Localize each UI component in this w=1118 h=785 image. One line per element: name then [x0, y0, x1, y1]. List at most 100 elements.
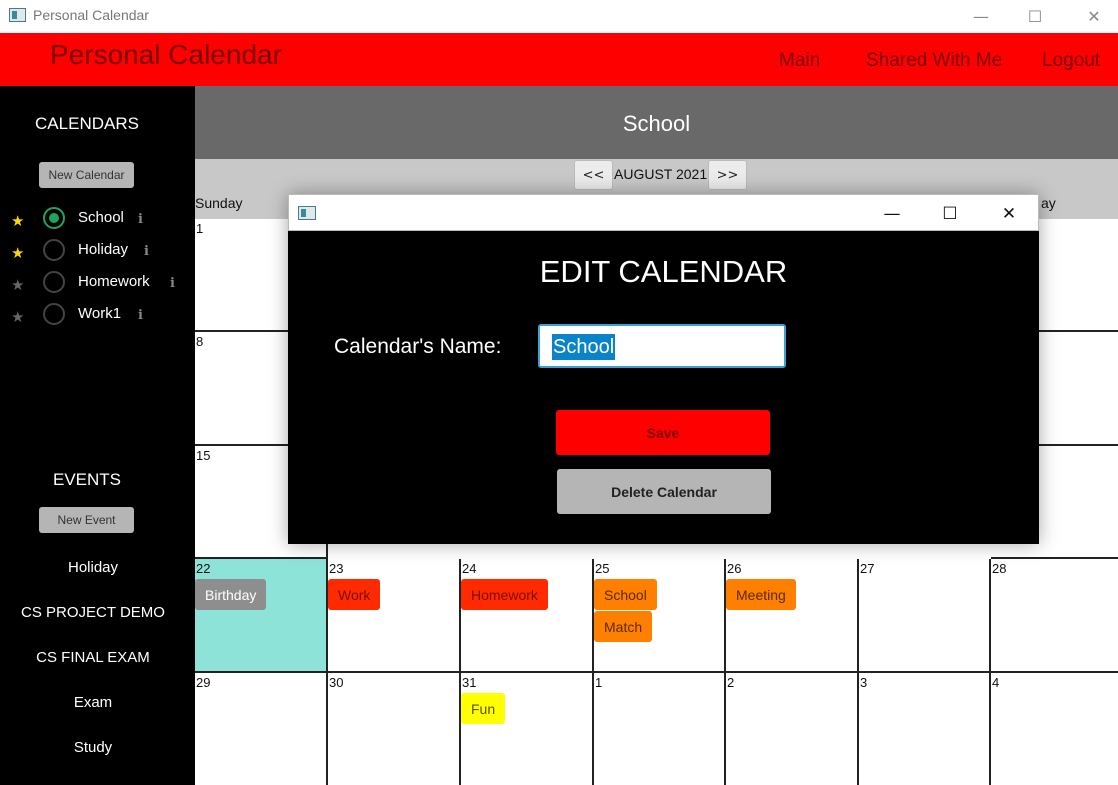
day-number: 2: [727, 675, 735, 690]
star-icon[interactable]: ★: [11, 244, 24, 262]
day-cell[interactable]: 29: [195, 673, 328, 785]
event-chip-match[interactable]: Match: [594, 611, 653, 642]
day-number: 28: [992, 561, 1007, 576]
sidebar: CALENDARS New Calendar ★ School i ★ Holi…: [0, 86, 195, 785]
calendar-title: School: [622, 111, 691, 136]
day-cell[interactable]: 1: [594, 673, 726, 785]
dialog-titlebar: — ☐ ✕: [288, 194, 1039, 231]
day-number: 1: [196, 221, 204, 236]
day-number: 4: [992, 675, 1000, 690]
brand-title: Personal Calendar: [50, 39, 282, 70]
day-cell[interactable]: 23 Work: [328, 559, 461, 673]
event-chip-homework[interactable]: Homework: [461, 579, 548, 610]
dialog-close-button[interactable]: ✕: [986, 197, 1032, 230]
event-chip-meeting[interactable]: Meeting: [726, 579, 796, 610]
info-icon[interactable]: i: [170, 276, 175, 291]
day-number: 15: [196, 448, 211, 463]
event-chip-fun[interactable]: Fun: [461, 693, 506, 724]
day-number: 22: [196, 561, 211, 576]
event-list-item[interactable]: Study: [0, 739, 186, 756]
day-number: 24: [462, 561, 477, 576]
event-chip-work[interactable]: Work: [328, 579, 381, 610]
calendar-item-homework[interactable]: ★ Homework i: [0, 270, 195, 298]
new-event-button[interactable]: New Event: [39, 507, 134, 533]
day-header-saturday: ay: [1041, 195, 1056, 211]
calendar-name-input[interactable]: School: [538, 324, 786, 368]
calendar-item-work1[interactable]: ★ Work1 i: [0, 302, 195, 330]
calendar-item-label: Holiday: [78, 241, 129, 258]
calendar-radio[interactable]: [43, 207, 65, 229]
minimize-button[interactable]: —: [958, 0, 1004, 33]
window-title: Personal Calendar: [33, 7, 149, 23]
dialog-maximize-button[interactable]: ☐: [927, 197, 973, 230]
event-chip-school[interactable]: School: [594, 579, 657, 610]
events-heading: EVENTS: [52, 470, 122, 489]
day-number: 26: [727, 561, 742, 576]
day-number: 29: [196, 675, 211, 690]
star-icon[interactable]: ★: [11, 212, 24, 230]
day-cell[interactable]: 24 Homework: [461, 559, 594, 673]
day-number: 23: [329, 561, 344, 576]
day-cell[interactable]: 25 School Match: [594, 559, 726, 673]
calendar-name-value: School: [552, 334, 616, 360]
info-icon[interactable]: i: [138, 308, 143, 323]
calendar-item-label: School: [78, 209, 124, 226]
event-list-item[interactable]: Exam: [0, 694, 186, 711]
calendar-item-label: Work1: [78, 305, 122, 322]
app-icon: [298, 206, 316, 220]
delete-calendar-button[interactable]: Delete Calendar: [557, 469, 771, 514]
day-cell[interactable]: 31 Fun: [461, 673, 594, 785]
app-header: Personal Calendar Main Shared With Me Lo…: [0, 33, 1118, 86]
day-cell[interactable]: 26 Meeting: [726, 559, 859, 673]
close-button[interactable]: ✕: [1071, 0, 1117, 33]
calendars-heading: CALENDARS: [35, 114, 139, 133]
day-number: 27: [860, 561, 875, 576]
calendar-radio[interactable]: [43, 271, 65, 293]
calendar-radio[interactable]: [43, 239, 65, 261]
app-icon: [9, 8, 26, 22]
calendar-item-holiday[interactable]: ★ Holiday i: [0, 238, 195, 266]
month-navigation: << AUGUST 2021 >>: [195, 159, 1118, 193]
star-icon[interactable]: ★: [11, 276, 24, 294]
edit-calendar-dialog: — ☐ ✕ EDIT CALENDAR Calendar's Name: Sch…: [288, 194, 1039, 544]
day-number: 31: [462, 675, 477, 690]
day-cell[interactable]: 28: [991, 559, 1118, 673]
event-list-item[interactable]: Holiday: [0, 559, 186, 576]
day-cell-today[interactable]: 22 Birthday: [195, 559, 328, 673]
day-number: 30: [329, 675, 344, 690]
nav-logout-link[interactable]: Logout: [1042, 50, 1100, 72]
prev-month-button[interactable]: <<: [574, 160, 613, 190]
save-button[interactable]: Save: [556, 410, 770, 455]
day-number: 3: [860, 675, 868, 690]
maximize-button[interactable]: ☐: [1012, 0, 1058, 33]
day-number: 8: [196, 334, 204, 349]
month-label: AUGUST 2021: [614, 166, 708, 182]
calendar-title-bar: School: [195, 86, 1118, 159]
day-cell[interactable]: 2: [726, 673, 859, 785]
event-chip-birthday[interactable]: Birthday: [195, 579, 267, 610]
new-calendar-button[interactable]: New Calendar: [39, 162, 134, 188]
event-list-item[interactable]: CS FINAL EXAM: [0, 649, 186, 666]
calendar-name-label: Calendar's Name:: [334, 335, 502, 358]
day-cell[interactable]: 30: [328, 673, 461, 785]
next-month-button[interactable]: >>: [708, 160, 747, 190]
day-number: 25: [595, 561, 610, 576]
day-number: 1: [595, 675, 603, 690]
day-cell[interactable]: 3: [859, 673, 991, 785]
star-icon[interactable]: ★: [11, 308, 24, 326]
app-root: Personal Calendar — ☐ ✕ Personal Calenda…: [0, 0, 1118, 785]
day-header-sunday: Sunday: [195, 195, 243, 211]
calendar-item-school[interactable]: ★ School i: [0, 206, 195, 234]
info-icon[interactable]: i: [144, 244, 149, 259]
nav-main-link[interactable]: Main: [779, 50, 820, 72]
event-list-item[interactable]: CS PROJECT DEMO: [0, 604, 186, 621]
day-cell[interactable]: 27: [859, 559, 991, 673]
nav-shared-link[interactable]: Shared With Me: [866, 50, 1002, 72]
dialog-heading: EDIT CALENDAR: [539, 254, 788, 289]
window-titlebar: Personal Calendar — ☐ ✕: [0, 0, 1118, 33]
dialog-minimize-button[interactable]: —: [869, 197, 915, 230]
day-cell[interactable]: 4: [991, 673, 1118, 785]
calendar-item-label: Homework: [78, 273, 150, 290]
calendar-radio[interactable]: [43, 303, 65, 325]
info-icon[interactable]: i: [138, 212, 143, 227]
